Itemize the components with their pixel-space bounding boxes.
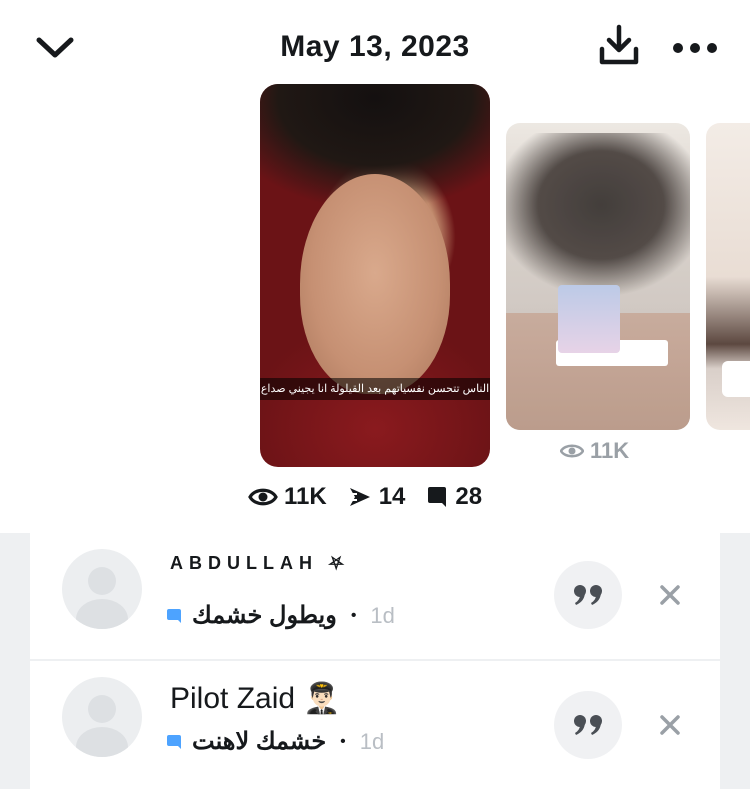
reply-time: 1d (359, 728, 385, 754)
separator-dot: • (340, 732, 346, 750)
reply-message-row: ويطول خشمك • 1d (166, 601, 395, 630)
story-snap-thumbnail[interactable] (706, 123, 750, 430)
close-icon (660, 715, 680, 735)
download-button[interactable] (594, 20, 644, 70)
snap-stats: 11K 14 28 (248, 482, 502, 512)
eye-icon (560, 444, 584, 458)
views-count: 11K (284, 483, 327, 510)
shares-count: 14 (378, 483, 406, 510)
avatar-body (76, 727, 128, 757)
reply-author-name[interactable]: Pilot Zaid 👨🏻‍✈️ (170, 681, 341, 716)
story-snap-thumbnail[interactable] (506, 123, 690, 430)
more-horizontal-icon (673, 43, 717, 53)
reply-message-row: خشمك لاهنت • 1d (166, 727, 384, 756)
reply-author-name[interactable]: ABDULLAH ⛧ (170, 553, 349, 574)
shares-stat[interactable]: 14 (347, 483, 406, 511)
reply-item[interactable]: ABDULLAH ⛧ ويطول خشمك • 1d (30, 533, 720, 659)
chat-icon (428, 487, 447, 507)
reply-time: 1d (370, 602, 395, 628)
chat-bubble-icon (167, 734, 181, 749)
avatar-body (76, 599, 128, 629)
snap-view-count: 11K (560, 438, 629, 464)
avatar[interactable] (62, 677, 142, 757)
snap-sticker-chip (722, 361, 750, 397)
photo-face-region (300, 174, 450, 394)
download-icon (599, 24, 639, 65)
avatar[interactable] (62, 549, 142, 629)
chat-bubble-icon (167, 608, 181, 623)
snap-caption: الناس تتحسن نفسياتهم بعد القيلولة انا يج… (260, 378, 490, 400)
eye-icon (248, 488, 278, 506)
avatar-head (88, 567, 116, 595)
more-options-button[interactable] (668, 28, 722, 68)
replies-list: ABDULLAH ⛧ ويطول خشمك • 1d Pilot Zaid 👨🏻… (0, 533, 750, 789)
story-snap-thumbnail-selected[interactable]: الناس تتحسن نفسياتهم بعد القيلولة انا يج… (260, 84, 490, 467)
views-value: 11K (590, 438, 630, 463)
quote-icon (574, 585, 602, 605)
separator-dot: • (350, 606, 357, 624)
reply-message: ويطول خشمك (192, 602, 337, 629)
header: May 13, 2023 (0, 0, 750, 84)
avatar-head (88, 695, 116, 723)
dismiss-reply-button[interactable] (652, 577, 688, 613)
replies-count: 28 (455, 483, 483, 510)
reply-item[interactable]: Pilot Zaid 👨🏻‍✈️ خشمك لاهنت • 1d (30, 661, 720, 789)
views-stat[interactable]: 11K (248, 483, 327, 511)
reply-message: خشمك لاهنت (192, 728, 327, 755)
quote-reply-button[interactable] (554, 691, 622, 759)
dismiss-reply-button[interactable] (652, 707, 688, 743)
quote-reply-button[interactable] (554, 561, 622, 629)
screenshot-share-icon (348, 488, 370, 506)
replies-stat[interactable]: 28 (425, 483, 482, 511)
quote-icon (574, 715, 602, 735)
snap-sticker-image (558, 285, 620, 353)
close-icon (660, 585, 680, 605)
